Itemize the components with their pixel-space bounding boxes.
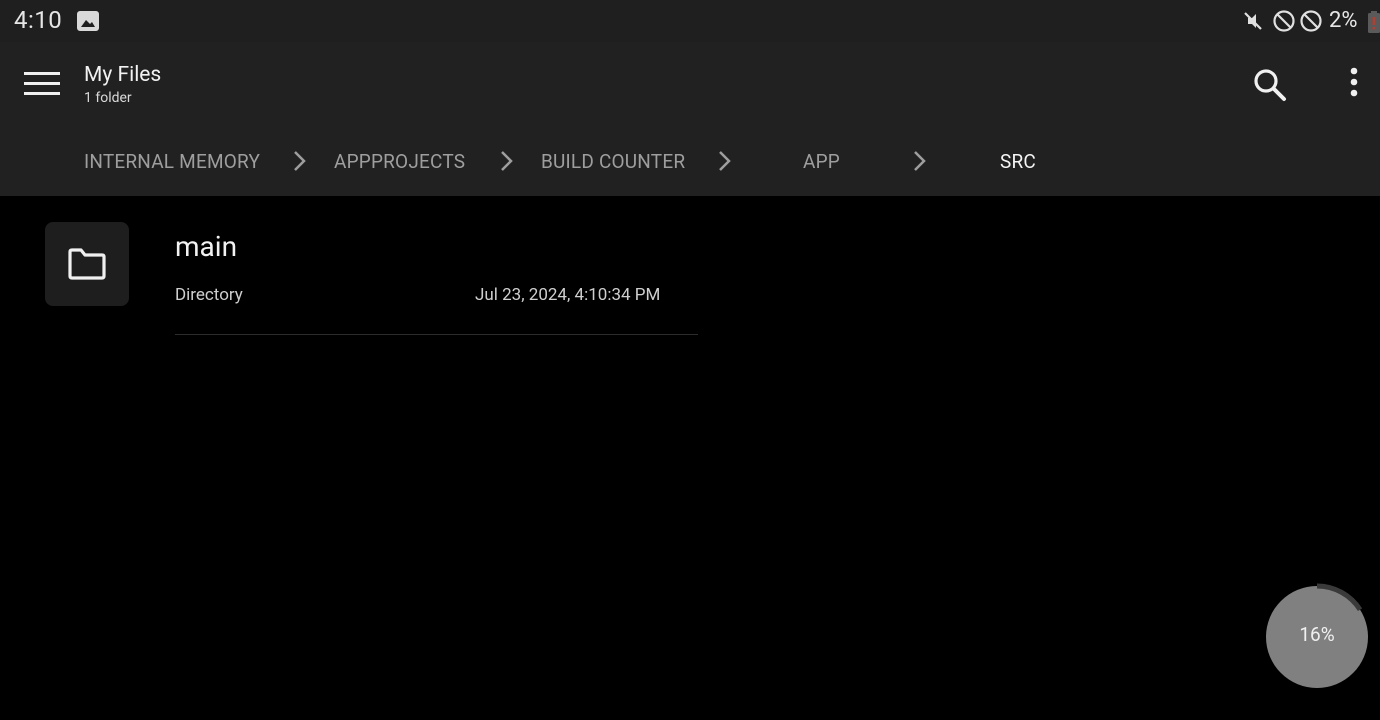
status-time: 4:10 xyxy=(14,6,63,34)
list-item[interactable]: main Directory Jul 23, 2024, 4:10:34 PM xyxy=(0,196,720,336)
chevron-right-icon xyxy=(499,148,515,174)
do-not-disturb-icon xyxy=(1272,9,1296,33)
page-subtitle: 1 folder xyxy=(84,90,132,106)
search-icon xyxy=(1254,69,1286,101)
more-options-button[interactable] xyxy=(1334,61,1374,109)
file-type: Directory xyxy=(175,285,243,305)
divider xyxy=(175,334,698,335)
app-bar: My Files 1 folder xyxy=(0,42,1380,128)
breadcrumb: INTERNAL MEMORY APPPROJECTS BUILD COUNTE… xyxy=(0,128,1380,196)
battery-low-icon xyxy=(1368,11,1380,33)
breadcrumb-item-app[interactable]: APP xyxy=(803,150,840,173)
menu-button[interactable] xyxy=(18,62,66,106)
breadcrumb-item-src[interactable]: SRC xyxy=(1000,150,1036,173)
mute-icon xyxy=(1241,9,1265,33)
menu-icon xyxy=(24,72,60,95)
chevron-right-icon xyxy=(912,148,928,174)
breadcrumb-item-appprojects[interactable]: APPPROJECTS xyxy=(334,150,465,173)
file-name: main xyxy=(175,230,238,263)
battery-percent: 2% xyxy=(1329,8,1358,33)
file-modified-date: Jul 23, 2024, 4:10:34 PM xyxy=(475,285,661,305)
chevron-right-icon xyxy=(717,148,733,174)
more-vert-icon xyxy=(1350,67,1358,97)
gallery-icon xyxy=(77,11,99,31)
file-list: main Directory Jul 23, 2024, 4:10:34 PM xyxy=(0,196,1380,720)
breadcrumb-item-build-counter[interactable]: BUILD COUNTER xyxy=(541,150,685,173)
search-button[interactable] xyxy=(1246,61,1294,109)
do-not-disturb-icon xyxy=(1299,9,1323,33)
breadcrumb-item-internal-memory[interactable]: INTERNAL MEMORY xyxy=(84,150,260,173)
folder-icon xyxy=(68,248,106,280)
progress-percent: 16% xyxy=(1299,623,1335,646)
page-title: My Files xyxy=(84,63,162,87)
chevron-right-icon xyxy=(292,148,308,174)
status-bar: 4:10 2% xyxy=(0,0,1380,42)
title-block: My Files 1 folder xyxy=(84,62,161,108)
folder-thumbnail xyxy=(45,222,129,306)
